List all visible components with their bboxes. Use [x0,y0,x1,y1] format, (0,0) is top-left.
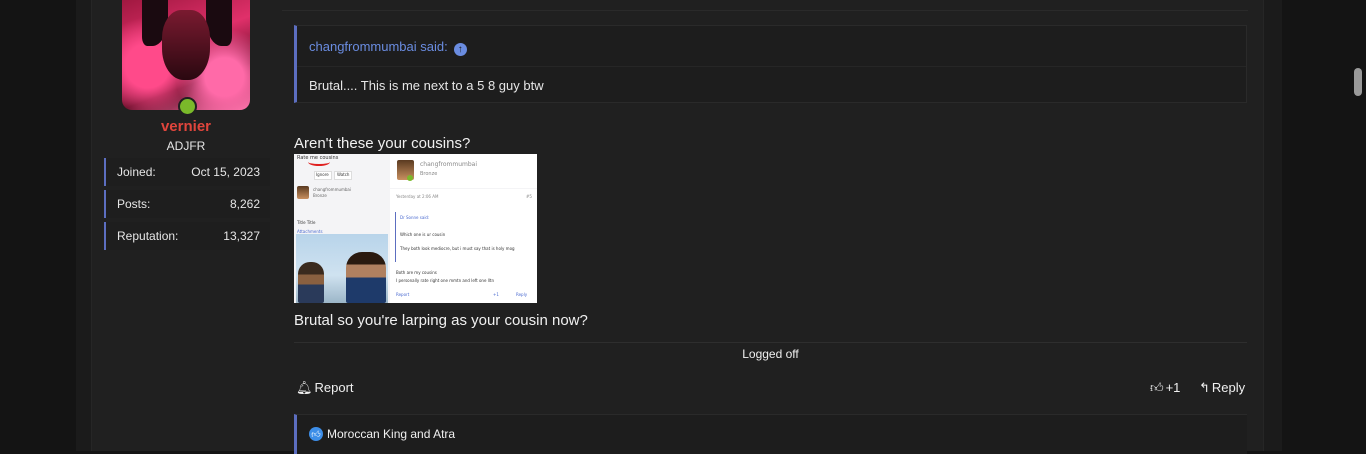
embed-text: Yesterday at 2:06 AM [396,194,439,199]
quote-author[interactable]: changfrommumbai said: [309,39,448,54]
post-header-divider [282,0,1248,11]
stat-label: Joined: [117,165,156,179]
like-reaction-icon: 👍︎ [309,427,323,441]
red-underline-mark [308,158,330,166]
online-status-icon [178,97,197,116]
stat-value: 13,327 [223,229,260,243]
username[interactable]: vernier [104,118,268,135]
reply-arrow-icon: ↰ [1199,380,1210,395]
report-label: Report [314,380,354,395]
quote-block: changfrommumbai said: ↑ Brutal.... This i… [294,25,1247,103]
embed-online-dot [407,175,413,181]
thumbs-up-icon: 👍︎ [1150,380,1164,395]
embed-text: Ignore [316,172,329,177]
stat-label: Reputation: [117,229,179,243]
embed-text: Report [396,292,410,297]
stat-joined: Joined: Oct 15, 2023 [104,158,270,186]
signature-text: Logged off [742,347,799,361]
stat-value: Oct 15, 2023 [191,165,260,179]
user-title: ADJFR [166,139,206,153]
stat-posts: Posts: 8,262 [104,190,270,218]
quote-divider [297,66,1246,67]
embed-text: #5 [526,194,532,199]
avatar[interactable] [122,0,250,110]
embed-text: They both look mediocre, but i must say … [400,246,515,251]
embed-text: +1 [493,292,499,297]
embed-text: Bronze [313,193,327,198]
reply-button[interactable]: ↰ Reply [1199,380,1245,396]
embed-text: Bronze [420,171,438,177]
arrow-up-icon[interactable]: ↑ [453,43,467,56]
signature-divider [294,342,1247,343]
quote-header[interactable]: changfrommumbai said: ↑ [309,39,467,56]
embed-text: Dr Sonne said: [400,215,430,220]
embed-text: Watch [337,172,350,177]
embed-text: Both are my cousins [396,270,437,275]
embed-photo [296,234,388,303]
embed-quote-bar [395,212,396,262]
person-figure [346,252,386,303]
avatar-art [162,10,210,80]
embed-text: Reply [516,292,528,297]
stat-value[interactable]: 8,262 [230,197,260,211]
like-count: +1 [1165,380,1181,395]
quote-text: Brutal.... This is me next to a 5 8 guy … [309,78,544,93]
report-button[interactable]: 🔔︎ Report [296,380,354,396]
post-text-line: Aren't these your cousins? [294,135,471,152]
embed-text: changfrommumbai [420,161,477,168]
bell-icon: 🔔︎ [296,380,313,395]
person-figure [298,262,324,303]
reactions-bar[interactable]: 👍︎ Moroccan King and Atra [294,414,1247,454]
embed-text: Title Title [297,220,316,225]
reactions-text[interactable]: Moroccan King and Atra [327,427,455,441]
stat-reputation: Reputation: 13,327 [104,222,270,250]
post-text-line: Brutal so you're larping as your cousin … [294,312,588,329]
like-button[interactable]: 👍︎ +1 [1150,380,1180,396]
embed-text: changfrommumbai [313,187,351,192]
embed-text: Which one is ur cousin [400,232,446,237]
scrollbar-thumb[interactable] [1354,68,1362,96]
stat-label: Posts: [117,197,151,211]
embed-avatar [297,186,309,199]
embed-text: I personally rate right one mmtn and lef… [396,278,495,283]
attached-screenshot-image[interactable]: Rate me cousins Ignore Watch changfrommu… [294,154,537,303]
reply-label: Reply [1211,380,1246,395]
